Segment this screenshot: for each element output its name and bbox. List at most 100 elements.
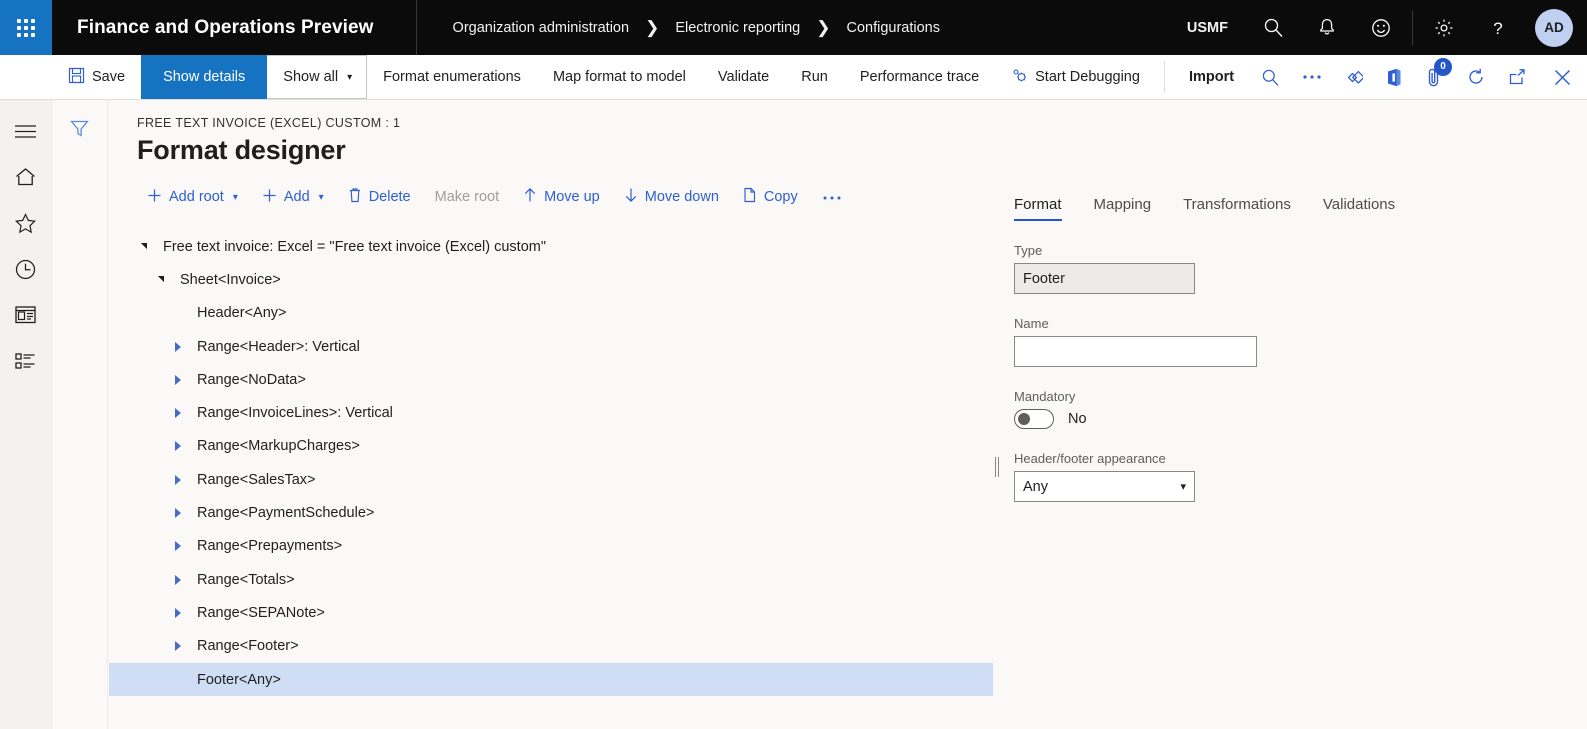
expander-collapsed-icon[interactable] xyxy=(175,574,197,585)
designer-overflow-button[interactable] xyxy=(810,184,854,210)
validate-button[interactable]: Validate xyxy=(702,55,785,99)
settings-gear-icon[interactable] xyxy=(1417,0,1471,55)
page-title: Format designer xyxy=(137,135,346,165)
breadcrumb-item-configurations[interactable]: Configurations xyxy=(846,20,940,36)
tree-row-label: Range<Prepayments> xyxy=(197,538,343,555)
expander-collapsed-icon[interactable] xyxy=(175,341,197,352)
copy-button[interactable]: Copy xyxy=(731,182,810,212)
tree-row[interactable]: Free text invoice: Excel = "Free text in… xyxy=(109,230,993,263)
help-question-icon[interactable]: ? xyxy=(1471,0,1525,55)
name-field-label: Name xyxy=(1014,316,1049,331)
add-root-button[interactable]: Add root ▾ xyxy=(135,183,250,212)
action-pane-right-icons: 0 xyxy=(1250,55,1587,99)
delete-label: Delete xyxy=(368,189,411,205)
add-button[interactable]: Add ▾ xyxy=(250,183,336,212)
avatar[interactable]: AD xyxy=(1535,8,1573,47)
home-icon[interactable] xyxy=(0,154,52,200)
overflow-ellipsis-icon xyxy=(822,189,842,205)
tree-row[interactable]: Range<Prepayments> xyxy=(109,530,993,563)
expander-collapsed-icon[interactable] xyxy=(175,641,197,652)
expander-collapsed-icon[interactable] xyxy=(175,541,197,552)
breadcrumb-item-electronic-reporting[interactable]: Electronic reporting xyxy=(675,20,800,36)
tree-row[interactable]: Range<InvoiceLines>: Vertical xyxy=(109,396,993,429)
move-up-button[interactable]: Move up xyxy=(511,182,612,212)
properties-tabs: Format Mapping Transformations Validatio… xyxy=(1009,185,1569,221)
copy-icon xyxy=(743,187,757,207)
show-all-label: Show all xyxy=(283,69,339,85)
close-icon[interactable] xyxy=(1537,55,1587,99)
import-button[interactable]: Import xyxy=(1173,55,1250,99)
tree-row-label: Range<NoData> xyxy=(197,371,306,388)
panel-splitter-handle[interactable] xyxy=(993,455,1001,479)
waffle-icon xyxy=(17,18,35,37)
expander-collapsed-icon[interactable] xyxy=(175,441,197,452)
refresh-icon[interactable] xyxy=(1455,55,1496,99)
mandatory-field: Mandatory No xyxy=(1009,389,1569,429)
office-icon[interactable] xyxy=(1373,55,1414,99)
recent-clock-icon[interactable] xyxy=(0,246,52,292)
modules-list-icon[interactable] xyxy=(0,338,52,384)
chevron-right-icon: ❯ xyxy=(645,17,660,37)
appearance-field-label: Header/footer appearance xyxy=(1014,451,1166,466)
tab-transformations[interactable]: Transformations xyxy=(1167,196,1307,221)
save-button[interactable]: Save xyxy=(52,55,141,99)
open-in-new-window-icon[interactable] xyxy=(1496,55,1537,99)
expander-collapsed-icon[interactable] xyxy=(175,508,197,519)
expander-collapsed-icon[interactable] xyxy=(175,374,197,385)
tree-row[interactable]: Header<Any> xyxy=(109,297,993,330)
delete-button[interactable]: Delete xyxy=(336,182,423,212)
favorites-star-icon[interactable] xyxy=(0,200,52,246)
tree-row-label: Range<Footer> xyxy=(197,638,299,655)
breadcrumb-item-organization-administration[interactable]: Organization administration xyxy=(453,20,630,36)
properties-panel: Format Mapping Transformations Validatio… xyxy=(1009,185,1569,502)
start-debugging-label: Start Debugging xyxy=(1035,69,1140,85)
performance-trace-button[interactable]: Performance trace xyxy=(844,55,995,99)
show-details-button[interactable]: Show details xyxy=(141,55,268,99)
overflow-ellipsis-icon[interactable] xyxy=(1291,55,1332,99)
chevron-right-icon: ❯ xyxy=(816,17,831,37)
feedback-smiley-icon[interactable] xyxy=(1354,0,1408,55)
tree-row[interactable]: Range<PaymentSchedule> xyxy=(109,496,993,529)
trash-icon xyxy=(348,187,362,207)
name-input[interactable] xyxy=(1014,336,1257,367)
expander-collapsed-icon[interactable] xyxy=(175,474,197,485)
svg-text:?: ? xyxy=(1493,19,1502,38)
bell-icon[interactable] xyxy=(1300,0,1354,55)
filter-funnel-icon[interactable] xyxy=(63,112,97,144)
tree-row[interactable]: Sheet<Invoice> xyxy=(109,263,993,296)
run-button[interactable]: Run xyxy=(785,55,844,99)
hamburger-menu-icon[interactable] xyxy=(0,108,52,154)
tab-mapping[interactable]: Mapping xyxy=(1078,196,1168,221)
tree-row[interactable]: Range<SEPANote> xyxy=(109,596,993,629)
tree-row-label: Sheet<Invoice> xyxy=(180,271,281,288)
workspaces-icon[interactable] xyxy=(0,292,52,338)
search-icon[interactable] xyxy=(1246,0,1300,55)
expander-collapsed-icon[interactable] xyxy=(175,408,197,419)
tree-row[interactable]: Range<Header>: Vertical xyxy=(109,330,993,363)
move-down-button[interactable]: Move down xyxy=(612,182,731,212)
tab-format[interactable]: Format xyxy=(1009,196,1078,221)
tree-row-selected[interactable]: Footer<Any> xyxy=(109,662,993,697)
attachments-icon[interactable]: 0 xyxy=(1414,55,1455,99)
tree-row[interactable]: Range<Totals> xyxy=(109,563,993,596)
tree-row[interactable]: Range<Footer> xyxy=(109,630,993,663)
company-selector[interactable]: USMF xyxy=(1169,20,1246,36)
tree-row[interactable]: Range<NoData> xyxy=(109,363,993,396)
mandatory-toggle[interactable] xyxy=(1014,409,1054,429)
format-enumerations-button[interactable]: Format enumerations xyxy=(367,55,537,99)
make-root-button: Make root xyxy=(423,184,511,210)
waffle-menu-button[interactable] xyxy=(0,0,52,55)
tab-validations[interactable]: Validations xyxy=(1307,196,1411,221)
appearance-select[interactable]: Any ▾ xyxy=(1014,471,1195,502)
add-root-label: Add root xyxy=(169,189,224,205)
start-debugging-button[interactable]: Start Debugging xyxy=(995,55,1156,99)
tree-row[interactable]: Range<SalesTax> xyxy=(109,463,993,496)
expander-collapsed-icon[interactable] xyxy=(175,607,197,618)
expander-expanded-icon[interactable] xyxy=(158,275,180,283)
power-bi-icon[interactable] xyxy=(1332,55,1373,99)
search-icon[interactable] xyxy=(1250,55,1291,99)
map-format-to-model-button[interactable]: Map format to model xyxy=(537,55,702,99)
expander-expanded-icon[interactable] xyxy=(141,242,163,250)
tree-row[interactable]: Range<MarkupCharges> xyxy=(109,430,993,463)
show-all-dropdown-button[interactable]: Show all ▾ xyxy=(267,55,368,99)
